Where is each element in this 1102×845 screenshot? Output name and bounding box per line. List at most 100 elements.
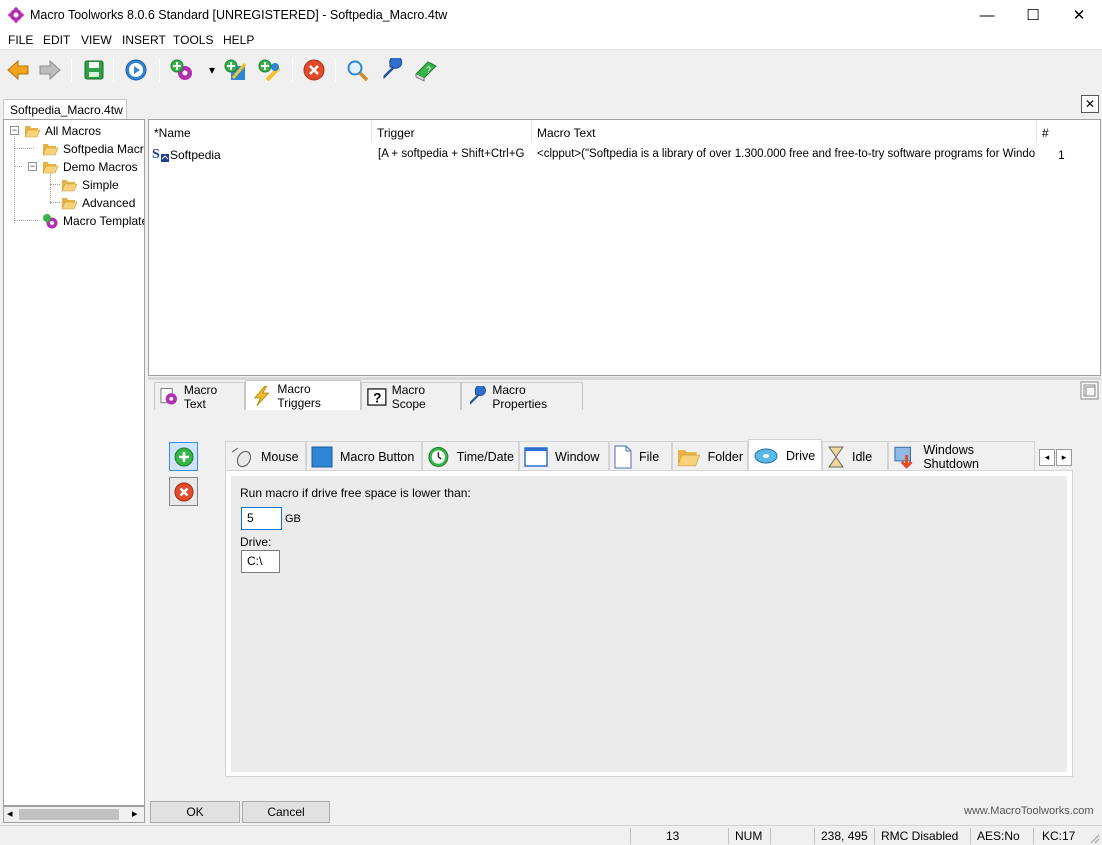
website-link[interactable]: www.MacroToolworks.com [964, 805, 1094, 817]
macro-count: 1 [1058, 148, 1065, 162]
menu-file[interactable]: FILE [8, 33, 33, 47]
back-button[interactable] [4, 56, 32, 84]
tab-label: Drive [786, 448, 816, 463]
column-header-name[interactable]: *Name [149, 120, 372, 142]
close-icon: ✕ [1072, 7, 1086, 24]
scroll-right-icon[interactable]: ▸ [132, 807, 138, 820]
trigger-tab-folder[interactable]: Folder [672, 441, 748, 471]
toolbar-separator [335, 58, 336, 82]
tree-expander[interactable]: − [10, 126, 19, 135]
document-tab[interactable]: Softpedia_Macro.4tw [3, 99, 127, 119]
close-document-button[interactable]: ✕ [1081, 95, 1099, 113]
tree-item-advanced[interactable]: Advanced [61, 194, 135, 212]
menu-insert[interactable]: INSERT [122, 33, 166, 47]
scrollbar-thumb[interactable] [19, 809, 119, 820]
tab-macro-properties[interactable]: Macro Properties [461, 382, 583, 411]
tab-label: Time/Date [456, 449, 514, 464]
column-header-count[interactable]: # [1037, 120, 1097, 142]
trigger-tab-drive[interactable]: Drive [748, 439, 822, 471]
tab-label: Macro Scope [391, 382, 426, 411]
app-gear-icon [8, 7, 24, 23]
restore-panel-icon[interactable] [1080, 381, 1099, 400]
add-trigger-button[interactable] [169, 442, 198, 471]
column-header-trigger[interactable]: Trigger [372, 120, 532, 142]
menu-edit[interactable]: EDIT [43, 33, 70, 47]
tree-item-all-macros[interactable]: All Macros [24, 122, 101, 140]
chevron-left-icon: ◂ [1044, 452, 1050, 462]
free-space-input[interactable]: 5 [241, 507, 282, 530]
table-row[interactable]: S Softpedia [A + softpedia + Shift+Ctrl+… [150, 144, 1100, 164]
tabs-scroll-right[interactable]: ▸ [1056, 449, 1072, 466]
free-space-prompt: Run macro if drive free space is lower t… [240, 486, 471, 500]
folder-icon [677, 449, 701, 466]
close-button[interactable]: ✕ [1056, 0, 1102, 30]
status-separator [770, 828, 771, 844]
save-button[interactable] [80, 56, 108, 84]
edit-macro-button[interactable] [222, 56, 250, 84]
help-button[interactable]: ? [412, 56, 440, 84]
new-macro-dropdown[interactable]: ▾ [202, 56, 222, 84]
status-aes: AES:No [977, 829, 1020, 843]
trigger-tab-window[interactable]: Window [519, 441, 609, 471]
menu-bar: FILE EDIT VIEW INSERT TOOLS HELP [0, 30, 1102, 50]
drive-input[interactable]: C:\ [241, 550, 280, 573]
delete-button[interactable] [300, 56, 328, 84]
ok-button[interactable]: OK [150, 801, 240, 823]
play-icon [125, 59, 147, 81]
trigger-tab-idle[interactable]: Idle [822, 441, 888, 471]
column-header-macro-text[interactable]: Macro Text [532, 120, 1037, 142]
svg-text:?: ? [426, 65, 431, 75]
open-folder-icon [61, 180, 78, 192]
tree-line [14, 166, 22, 167]
tabs-scroll-left[interactable]: ◂ [1039, 449, 1055, 466]
tab-label: Windows Shutdown [923, 442, 979, 471]
tree-item-softpedia-macros[interactable]: Softpedia Macros [42, 140, 144, 158]
tab-label: Macro Properties [492, 382, 548, 411]
copy-macro-button[interactable] [256, 56, 284, 84]
trigger-tab-macro-button[interactable]: Macro Button [306, 441, 422, 471]
tree-item-label: Macro Templates [63, 214, 144, 228]
mouse-icon [231, 447, 252, 467]
new-macro-button[interactable] [168, 56, 196, 84]
tree-expander[interactable]: − [28, 162, 37, 171]
tree-item-demo-macros[interactable]: Demo Macros [42, 158, 138, 176]
tab-macro-scope[interactable]: ? Macro Scope [361, 382, 461, 411]
trigger-tab-time-date[interactable]: Time/Date [422, 441, 519, 471]
delete-icon [174, 482, 193, 501]
forward-arrow-icon [39, 59, 61, 81]
menu-view[interactable]: VIEW [81, 33, 112, 47]
tree-item-macro-templates[interactable]: Macro Templates [42, 212, 144, 230]
maximize-button[interactable]: ☐ [1010, 0, 1056, 30]
trigger-tab-mouse[interactable]: Mouse [225, 441, 306, 471]
minimize-button[interactable]: — [964, 0, 1010, 30]
forward-button[interactable] [36, 56, 64, 84]
trigger-tab-file[interactable]: File [609, 441, 672, 471]
status-separator [630, 828, 631, 844]
tree-item-simple[interactable]: Simple [61, 176, 119, 194]
resize-grip-icon[interactable] [1088, 832, 1100, 844]
trigger-tab-windows-shutdown[interactable]: Windows Shutdown [888, 441, 1035, 471]
open-folder-icon [42, 162, 59, 174]
question-window-icon: ? [367, 387, 387, 406]
toolbar: ▾ ? [0, 51, 1102, 91]
copy-macro-icon [258, 59, 281, 82]
tree-item-label: All Macros [45, 124, 102, 138]
toolbar-separator [159, 58, 160, 82]
menu-help[interactable]: HELP [223, 33, 254, 47]
menu-tools[interactable]: TOOLS [173, 33, 213, 47]
remove-trigger-button[interactable] [169, 477, 198, 506]
options-button[interactable] [378, 56, 406, 84]
toolbar-separator [113, 58, 114, 82]
tree-item-label: Softpedia Macros [63, 142, 144, 156]
scroll-left-icon[interactable]: ◂ [7, 807, 13, 820]
find-button[interactable] [343, 56, 371, 84]
cancel-button[interactable]: Cancel [242, 801, 330, 823]
new-macro-icon [170, 59, 192, 80]
tab-macro-triggers[interactable]: Macro Triggers [245, 380, 361, 410]
run-button[interactable] [122, 56, 150, 84]
tree-item-label: Demo Macros [63, 160, 138, 174]
window-title: Macro Toolworks 8.0.6 Standard [UNREGIST… [30, 8, 448, 22]
tree-horizontal-scrollbar[interactable]: ◂ ▸ [3, 806, 145, 823]
tab-macro-text[interactable]: Macro Text [154, 382, 245, 411]
tab-label: Idle [852, 449, 873, 464]
